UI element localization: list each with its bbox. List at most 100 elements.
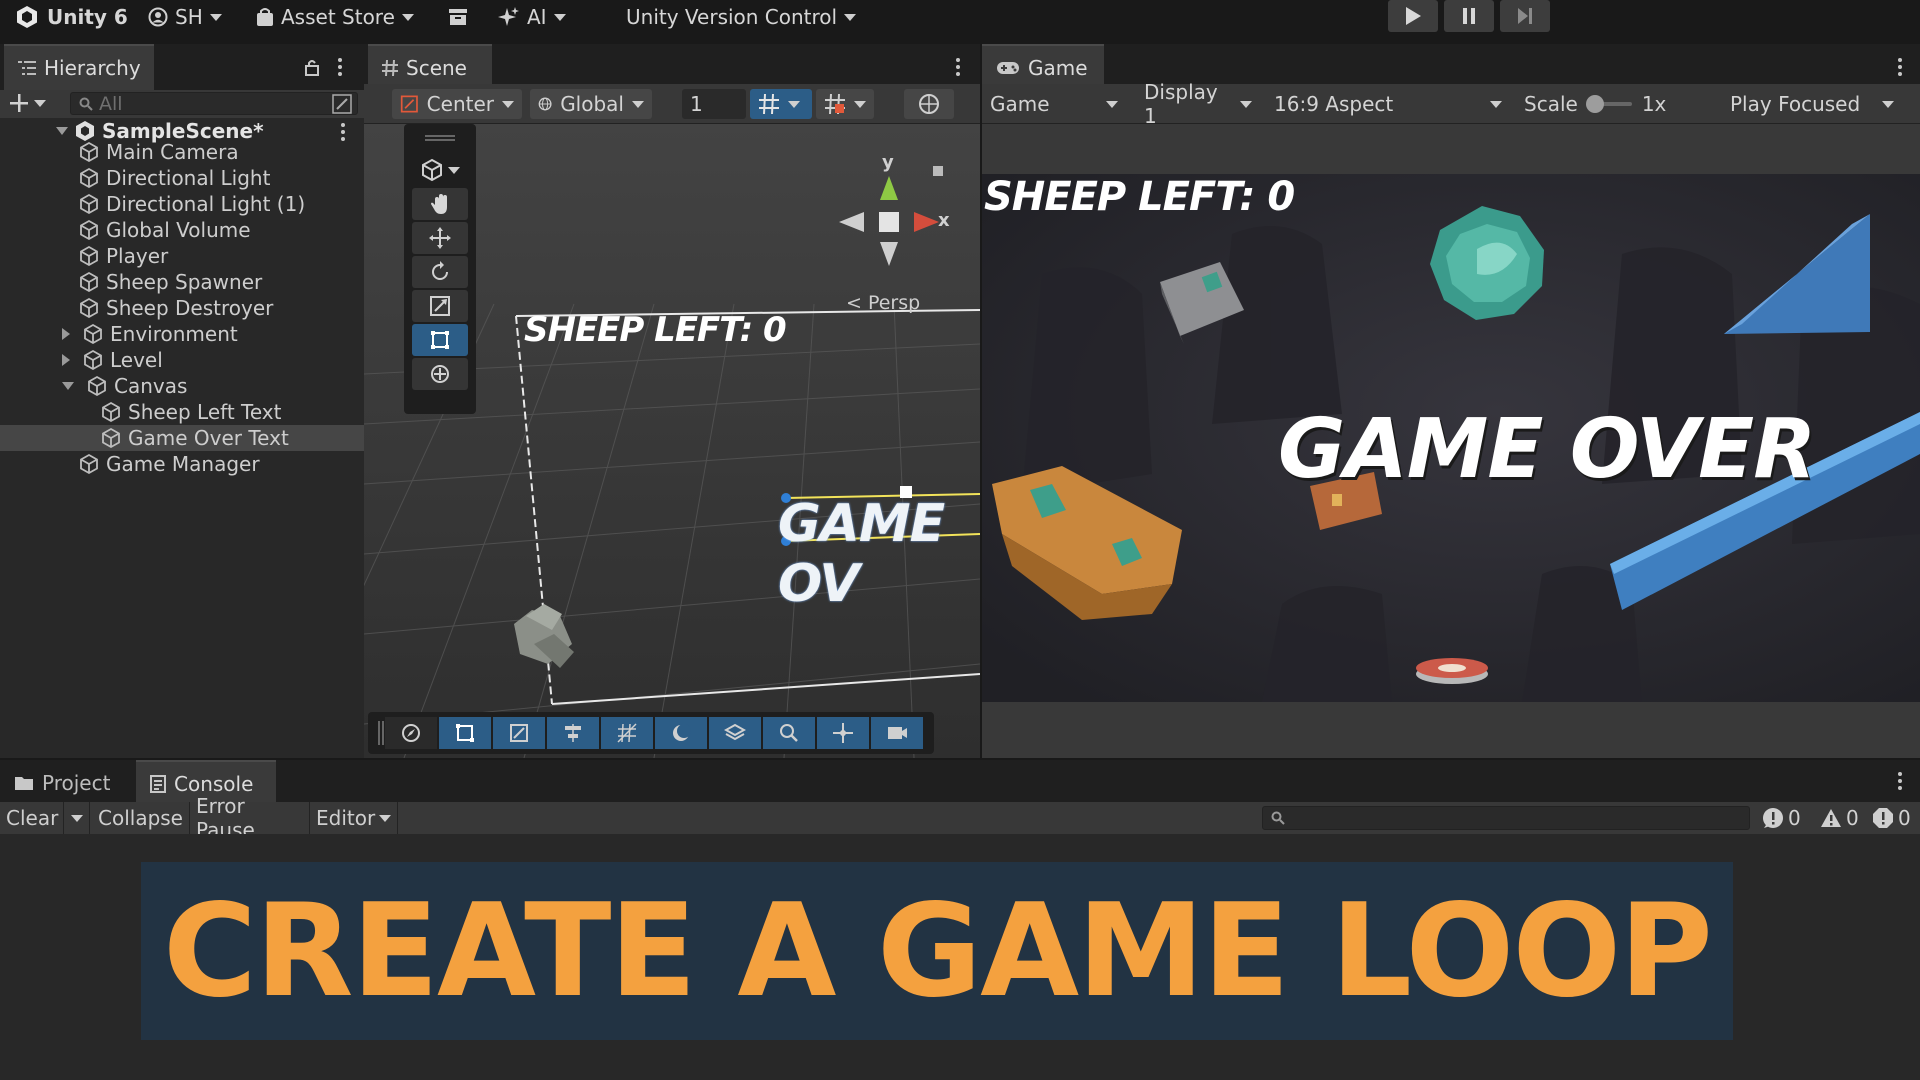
tab-hierarchy[interactable]: Hierarchy [4,44,154,90]
grid-size-input[interactable]: 1 [682,89,746,119]
scene-viewport[interactable]: < Persp y x SHEEP LEFT: 0 GAME OV [364,124,980,758]
play-mode-dropdown[interactable]: Play Focused [1722,89,1902,119]
chevron-down-icon [844,13,857,21]
grid-toggle-icon [617,723,637,743]
chevron-down-icon [401,13,414,21]
hierarchy-item[interactable]: Main Camera [78,139,239,165]
archive-icon [449,9,467,25]
hierarchy-menu-icon[interactable] [338,58,342,76]
warning-filter-toggle[interactable]: 0 [1820,802,1859,834]
hierarchy-item[interactable]: Global Volume [78,217,251,243]
lock-icon[interactable] [304,58,320,76]
hierarchy-item-label: Sheep Spawner [106,270,263,294]
hierarchy-item[interactable]: Directional Light [78,165,270,191]
hierarchy-item[interactable]: Game Over Text [100,425,289,451]
hierarchy-item[interactable]: Canvas [62,373,187,399]
editor-dropdown[interactable]: Editor [310,802,398,834]
game-render[interactable]: SHEEP LEFT: 0 GAME OVER [982,174,1920,702]
play-button[interactable] [1388,0,1438,32]
gameobject-cube-icon [80,297,98,319]
step-button[interactable] [1500,0,1550,32]
hierarchy-item[interactable]: Environment [62,321,238,347]
pause-button[interactable] [1444,0,1494,32]
overlay-drag-handle[interactable] [404,124,476,152]
info-filter-toggle[interactable]: 0 [1762,802,1801,834]
error-pause-button[interactable]: Error Pause [190,794,310,842]
hierarchy-item[interactable]: Game Manager [78,451,260,477]
error-filter-toggle[interactable]: 0 [1872,802,1911,834]
view-options-dropdown[interactable] [404,152,476,188]
gizmo-y-label: y [882,152,894,173]
pause-icon [1463,8,1475,24]
game-panel-menu-icon[interactable] [1898,58,1902,76]
asset-store-dropdown[interactable]: Asset Store [256,0,414,34]
game-toolbar: Game Display 1 16:9 Aspect Scale 1x Play… [982,80,1920,128]
transform-tool-button[interactable] [412,358,468,390]
asset-store-label: Asset Store [281,5,395,29]
scene-visibility-icon[interactable] [332,94,352,114]
console-menu-icon[interactable] [1898,772,1902,790]
version-control-dropdown[interactable]: Unity Version Control [626,0,857,34]
pivot-dropdown[interactable]: Center [392,89,522,119]
play-icon [1406,7,1421,25]
clear-button[interactable]: Clear [0,802,64,834]
scale-slider-thumb[interactable] [1585,95,1604,113]
tab-project[interactable]: Project [0,760,136,806]
space-dropdown[interactable]: Global [530,89,652,119]
hierarchy-item[interactable]: Level [62,347,163,373]
unity-menu[interactable]: Unity 6 [14,0,128,34]
compass-icon [402,724,420,742]
hand-tool-button[interactable] [412,188,468,220]
increment-snap-dropdown[interactable] [816,89,874,119]
hierarchy-item[interactable]: Sheep Destroyer [78,295,273,321]
hierarchy-item[interactable]: Sheep Left Text [100,399,281,425]
rect-tool-toggle[interactable] [439,717,491,749]
create-button[interactable] [8,92,46,114]
clear-options-dropdown[interactable] [64,802,90,834]
scale-label: Scale [1524,92,1578,116]
account-dropdown[interactable]: SH [148,0,222,34]
gameobject-cube-icon [88,375,106,397]
lighting-toggle[interactable] [655,717,707,749]
rect-tool-button[interactable] [412,324,468,356]
gizmos-toggle[interactable] [904,89,954,119]
search-toggle[interactable] [763,717,815,749]
title-banner: CREATE A GAME LOOP [141,862,1733,1040]
view-type-dropdown[interactable]: Game [982,89,1126,119]
expand-arrow-icon[interactable] [62,328,70,340]
scene-panel-menu-icon[interactable] [956,58,960,76]
hierarchy-item-label: Directional Light (1) [106,192,306,216]
display-dropdown[interactable]: Display 1 [1136,80,1260,128]
rotate-tool-button[interactable] [412,256,468,288]
console-search-input[interactable] [1262,806,1750,830]
collapse-button[interactable]: Collapse [92,802,190,834]
chevron-down-icon [34,99,46,107]
layers-toggle[interactable] [709,717,761,749]
ai-dropdown[interactable]: AI [498,0,566,34]
grid-toggle-toggle[interactable] [601,717,653,749]
overlay-drag-handle[interactable] [378,721,384,745]
scene-menu-icon[interactable] [341,123,345,141]
hierarchy-item[interactable]: Directional Light (1) [78,191,305,217]
move-tool-button[interactable] [412,222,468,254]
pivot-toggle[interactable] [817,717,869,749]
grid-snap-toggle[interactable] [750,89,812,119]
collapse-arrow-icon[interactable] [56,127,68,135]
hierarchy-search-input[interactable]: All [70,92,358,115]
align-toggle[interactable] [547,717,599,749]
chevron-down-icon [70,814,83,822]
camera-toggle[interactable] [871,717,923,749]
aspect-dropdown[interactable]: 16:9 Aspect [1266,89,1510,119]
compass-toggle[interactable] [385,717,437,749]
hierarchy-item[interactable]: Sheep Spawner [78,269,262,295]
hierarchy-item[interactable]: Player [78,243,168,269]
persp-label[interactable]: < Persp [846,292,920,314]
space-label: Global [560,92,624,116]
transform-toggle[interactable] [493,717,545,749]
package-button[interactable] [448,0,468,34]
expand-arrow-icon[interactable] [62,354,70,366]
scale-slider[interactable] [1585,95,1632,113]
collapse-arrow-icon[interactable] [62,382,74,390]
scale-tool-button[interactable] [412,290,468,322]
tab-scene-label: Scene [406,56,467,80]
